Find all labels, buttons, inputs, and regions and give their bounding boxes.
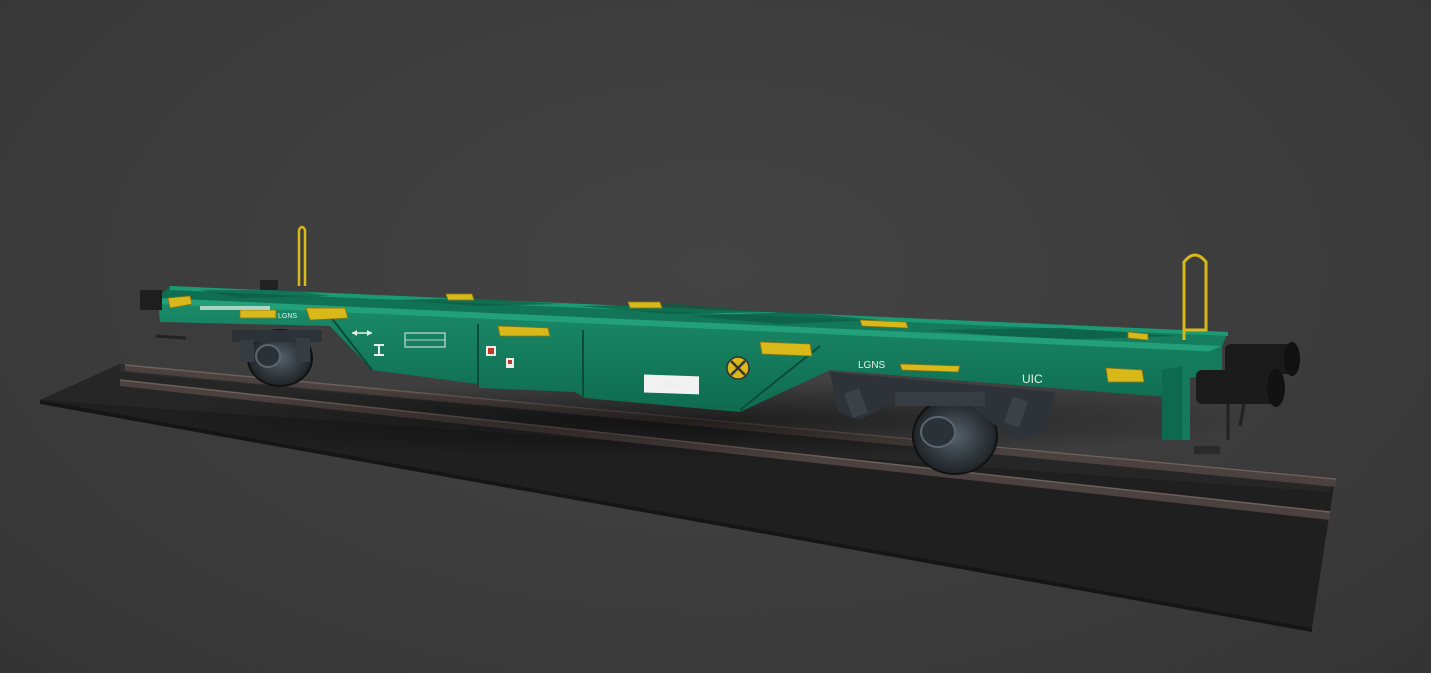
buffer-lower	[1196, 370, 1276, 404]
3d-viewport[interactable]: LINEAS freight@lineas.net LGNS LGNS UIC	[0, 0, 1431, 673]
wagon-scene: LINEAS freight@lineas.net LGNS LGNS UIC	[40, 225, 1337, 632]
class-mark-right: LGNS	[858, 360, 886, 371]
uic-mark: UIC	[1022, 372, 1043, 386]
hazard-cross-decal	[726, 356, 750, 380]
handle-right	[1182, 253, 1208, 340]
email-decal: freight@lineas.net	[650, 382, 695, 388]
brand-logo-text: LINEAS	[647, 355, 695, 370]
handle-left	[297, 225, 307, 286]
class-mark-left: LGNS	[278, 313, 297, 320]
